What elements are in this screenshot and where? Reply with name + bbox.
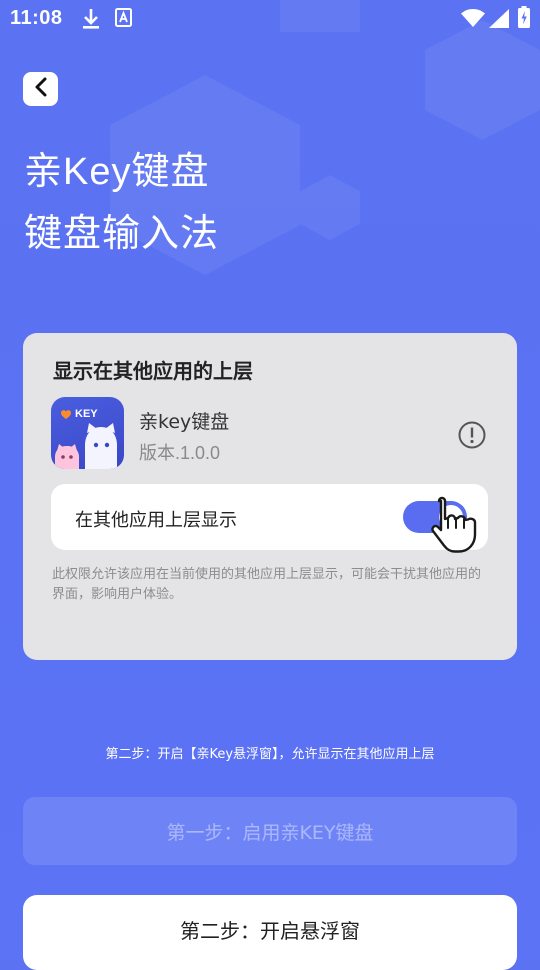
app-icon: KEY [51, 397, 124, 469]
step1-button-label: 第一步：启用亲KEY键盘 [166, 821, 374, 844]
status-time: 11:08 [10, 7, 63, 29]
info-icon [457, 420, 487, 454]
keyboard-notification-icon [115, 8, 133, 32]
status-bar: 11:08 [0, 0, 540, 38]
background-decoration [425, 20, 540, 140]
step2-button-label: 第二步：开启悬浮窗 [180, 919, 360, 943]
chevron-left-icon [34, 77, 48, 101]
step1-enable-keyboard-button[interactable]: 第一步：启用亲KEY键盘 [23, 797, 517, 865]
step-hint-text: 第二步：开启【亲Key悬浮窗】，允许显示在其他应用上层 [105, 747, 435, 762]
app-name: 亲key键盘 [139, 411, 230, 433]
background-decoration [300, 175, 360, 240]
pointing-hand-icon [429, 493, 487, 561]
step2-enable-floating-window-button[interactable]: 第二步：开启悬浮窗 [23, 895, 517, 970]
permission-heading: 显示在其他应用的上层 [53, 359, 253, 383]
app-version: 版本.1.0.0 [139, 443, 221, 463]
wifi-icon [461, 8, 485, 31]
signal-icon [489, 9, 509, 32]
overlay-permission-row: 在其他应用上层显示 [51, 484, 488, 553]
app-icon-text: KEY [75, 408, 98, 420]
permission-description: 此权限允许该应用在当前使用的其他应用上层显示，可能会干扰其他应用的界面，影响用户… [52, 567, 482, 602]
back-button[interactable] [23, 72, 58, 106]
page-title: 亲Key键盘 [24, 151, 210, 193]
download-icon [82, 8, 100, 34]
permission-card: 显示在其他应用的上层 KEY 亲key键盘 版本.1.0.0 在其他应用上层显示 [23, 333, 517, 660]
toggle-label: 在其他应用上层显示 [75, 510, 237, 531]
page-subtitle: 键盘输入法 [24, 213, 220, 255]
battery-charging-icon [518, 6, 530, 32]
